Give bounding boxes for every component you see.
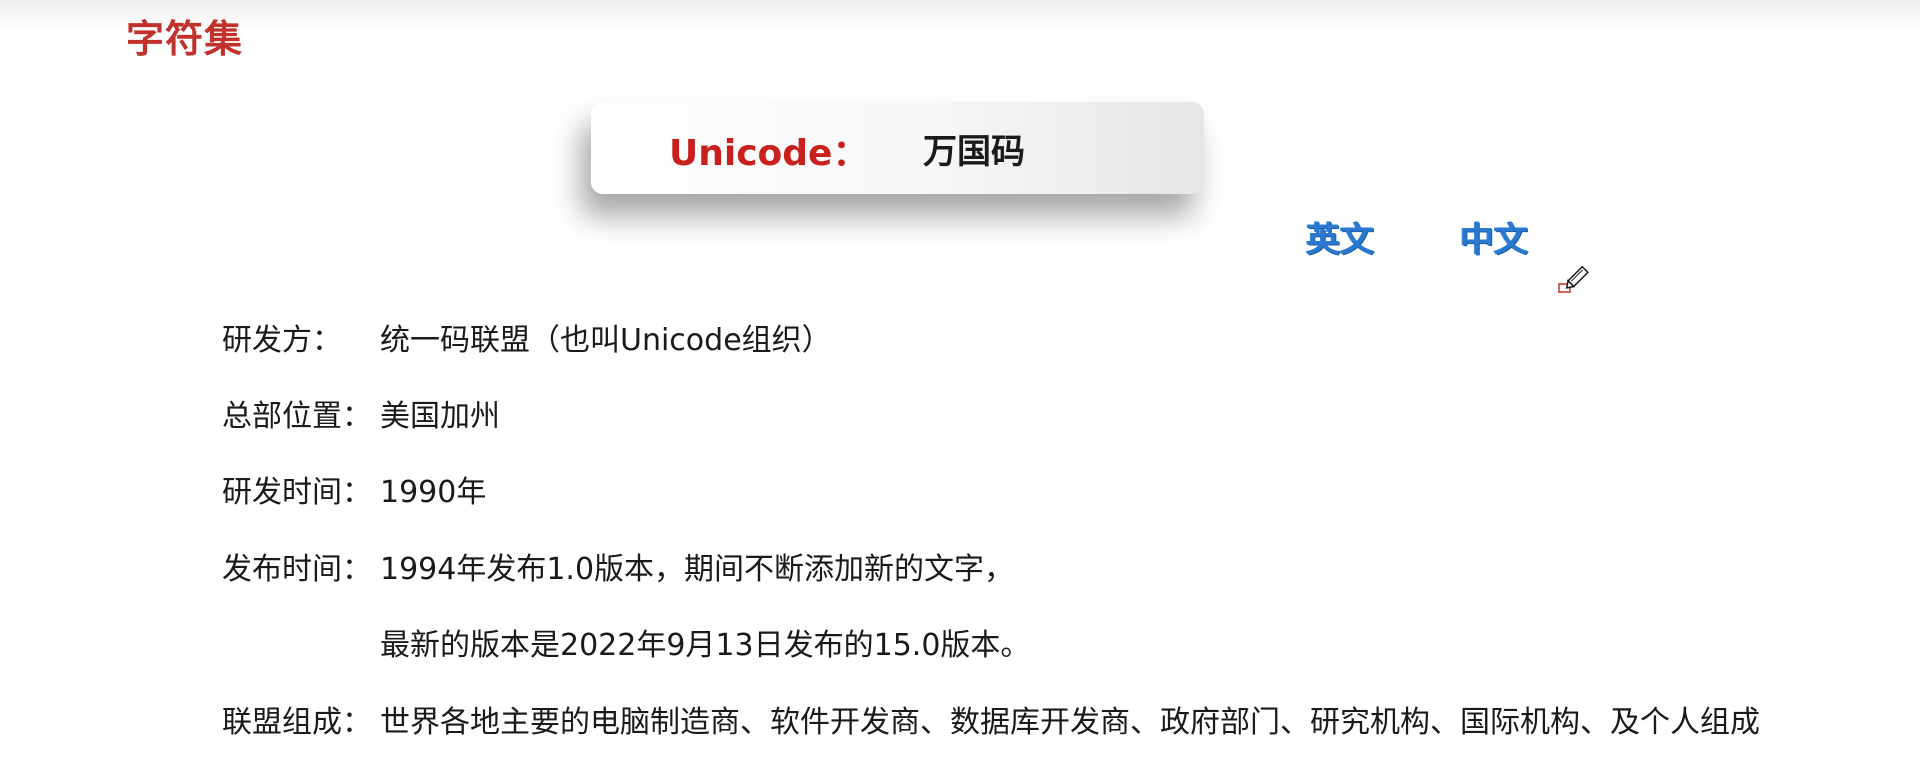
pencil-cursor-icon [1558, 265, 1589, 293]
tag-english: 英文 [1306, 220, 1374, 260]
tag-chinese: 中文 [1460, 220, 1528, 260]
developer-key: 研发方： [222, 323, 342, 358]
members-value: 世界各地主要的电脑制造商、软件开发商、数据库开发商、政府部门、研究机构、国际机构… [380, 705, 1760, 740]
dev-time-value: 1990年 [380, 475, 487, 510]
release-key: 发布时间： [222, 552, 372, 587]
info-row-release: 发布时间： 1994年发布1.0版本，期间不断添加新的文字， [222, 544, 1014, 588]
unicode-card: Unicode： 万国码 [591, 102, 1204, 194]
developer-value: 统一码联盟（也叫Unicode组织） [380, 323, 832, 358]
headquarters-value: 美国加州 [380, 399, 500, 434]
info-row-developer: 研发方： 统一码联盟（也叫Unicode组织） [222, 315, 832, 359]
info-row-dev-time: 研发时间： 1990年 [222, 467, 486, 511]
headquarters-key: 总部位置： [222, 399, 372, 434]
unicode-label: Unicode： [669, 133, 869, 174]
dev-time-key: 研发时间： [222, 475, 372, 510]
release-value-line2: 最新的版本是2022年9月13日发布的15.0版本。 [380, 628, 1031, 663]
release-value-line1: 1994年发布1.0版本，期间不断添加新的文字， [380, 552, 1015, 587]
top-fade-bar [0, 0, 1920, 30]
info-row-members: 联盟组成： 世界各地主要的电脑制造商、软件开发商、数据库开发商、政府部门、研究机构… [222, 697, 1760, 741]
unicode-value: 万国码 [923, 132, 1025, 172]
info-row-release-cont: 最新的版本是2022年9月13日发布的15.0版本。 [222, 620, 1030, 664]
section-title: 字符集 [126, 17, 244, 61]
members-key: 联盟组成： [222, 705, 372, 740]
slide: 字符集 Unicode： 万国码 英文 中文 研发方： 统一码联盟（也叫Unico… [0, 0, 1920, 761]
info-row-headquarters: 总部位置： 美国加州 [222, 391, 500, 435]
